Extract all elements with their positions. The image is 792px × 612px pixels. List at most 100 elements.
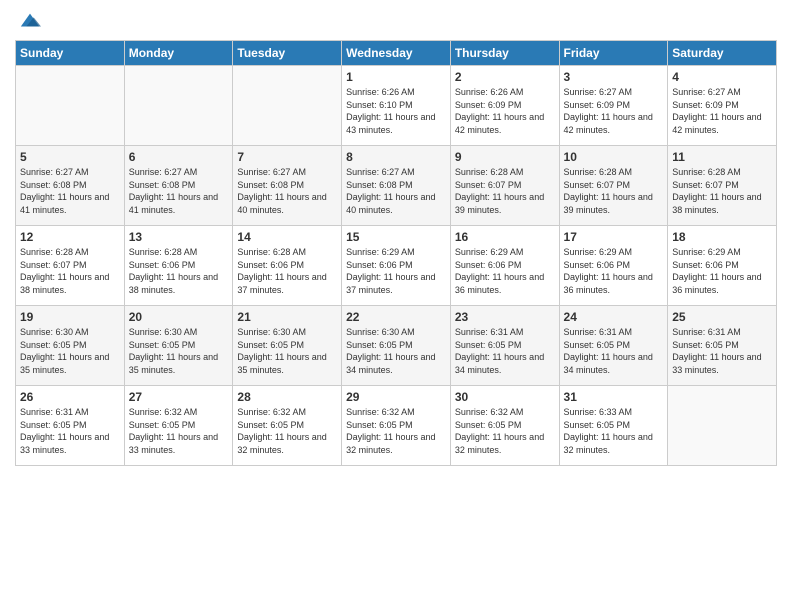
day-number: 30 (455, 390, 555, 404)
day-number: 3 (564, 70, 664, 84)
calendar-day-header: Wednesday (342, 41, 451, 66)
day-info: Sunrise: 6:27 AMSunset: 6:08 PMDaylight:… (20, 166, 120, 216)
calendar-week-row: 1 Sunrise: 6:26 AMSunset: 6:10 PMDaylight… (16, 66, 777, 146)
day-info: Sunrise: 6:28 AMSunset: 6:07 PMDaylight:… (564, 166, 664, 216)
calendar-cell: 6Sunrise: 6:27 AMSunset: 6:08 PMDaylight… (124, 146, 233, 226)
day-number: 23 (455, 310, 555, 324)
day-number: 19 (20, 310, 120, 324)
day-info: Sunrise: 6:30 AMSunset: 6:05 PMDaylight:… (346, 326, 446, 376)
calendar-day-header: Monday (124, 41, 233, 66)
day-number: 7 (237, 150, 337, 164)
calendar-cell: 17 Sunrise: 6:29 AMSunset: 6:06 PMDayligh… (559, 226, 668, 306)
day-info: Sunrise: 6:30 AMSunset: 6:05 PMDaylight:… (237, 326, 337, 376)
day-info: Sunrise: 6:31 AMSunset: 6:05 PMDaylight:… (20, 406, 120, 456)
calendar-cell: 7 Sunrise: 6:27 AMSunset: 6:08 PMDaylight… (233, 146, 342, 226)
day-number: 28 (237, 390, 337, 404)
day-info: Sunrise: 6:27 AMSunset: 6:08 PMDaylight:… (346, 166, 446, 216)
day-number: 29 (346, 390, 446, 404)
day-number: 18 (672, 230, 772, 244)
day-number: 14 (237, 230, 337, 244)
day-info: Sunrise: 6:32 AMSunset: 6:05 PMDaylight:… (237, 406, 337, 456)
calendar-cell (668, 386, 777, 466)
calendar-cell: 21Sunrise: 6:30 AMSunset: 6:05 PMDayligh… (233, 306, 342, 386)
day-number: 1 (346, 70, 446, 84)
calendar-header-row: SundayMondayTuesdayWednesdayThursdayFrid… (16, 41, 777, 66)
day-info: Sunrise: 6:28 AMSunset: 6:07 PMDaylight:… (20, 246, 120, 296)
calendar-day-header: Saturday (668, 41, 777, 66)
day-number: 2 (455, 70, 555, 84)
calendar-cell: 11Sunrise: 6:28 AMSunset: 6:07 PMDayligh… (668, 146, 777, 226)
calendar-cell: 10 Sunrise: 6:28 AMSunset: 6:07 PMDayligh… (559, 146, 668, 226)
day-number: 16 (455, 230, 555, 244)
calendar-cell: 9 Sunrise: 6:28 AMSunset: 6:07 PMDaylight… (450, 146, 559, 226)
day-number: 8 (346, 150, 446, 164)
day-info: Sunrise: 6:26 AMSunset: 6:10 PMDaylight:… (346, 86, 446, 136)
calendar-cell: 8 Sunrise: 6:27 AMSunset: 6:08 PMDaylight… (342, 146, 451, 226)
day-info: Sunrise: 6:29 AMSunset: 6:06 PMDaylight:… (346, 246, 446, 296)
day-info: Sunrise: 6:30 AMSunset: 6:05 PMDaylight:… (20, 326, 120, 376)
calendar-cell: 1 Sunrise: 6:26 AMSunset: 6:10 PMDaylight… (342, 66, 451, 146)
calendar-cell: 3 Sunrise: 6:27 AMSunset: 6:09 PMDaylight… (559, 66, 668, 146)
day-info: Sunrise: 6:29 AMSunset: 6:06 PMDaylight:… (455, 246, 555, 296)
day-info: Sunrise: 6:28 AMSunset: 6:07 PMDaylight:… (455, 166, 555, 216)
calendar-cell: 29 Sunrise: 6:32 AMSunset: 6:05 PMDayligh… (342, 386, 451, 466)
calendar-cell (233, 66, 342, 146)
calendar-cell: 18 Sunrise: 6:29 AMSunset: 6:06 PMDayligh… (668, 226, 777, 306)
day-number: 9 (455, 150, 555, 164)
calendar-cell: 27Sunrise: 6:32 AMSunset: 6:05 PMDayligh… (124, 386, 233, 466)
day-number: 25 (672, 310, 772, 324)
day-info: Sunrise: 6:33 AMSunset: 6:05 PMDaylight:… (564, 406, 664, 456)
calendar-cell: 19 Sunrise: 6:30 AMSunset: 6:05 PMDayligh… (16, 306, 125, 386)
calendar-table: SundayMondayTuesdayWednesdayThursdayFrid… (15, 40, 777, 466)
day-number: 4 (672, 70, 772, 84)
calendar-cell: 30Sunrise: 6:32 AMSunset: 6:05 PMDayligh… (450, 386, 559, 466)
calendar-cell: 16 Sunrise: 6:29 AMSunset: 6:06 PMDayligh… (450, 226, 559, 306)
calendar-cell: 24 Sunrise: 6:31 AMSunset: 6:05 PMDayligh… (559, 306, 668, 386)
day-info: Sunrise: 6:27 AMSunset: 6:08 PMDaylight:… (237, 166, 337, 216)
day-number: 20 (129, 310, 229, 324)
day-number: 27 (129, 390, 229, 404)
calendar-cell: 28 Sunrise: 6:32 AMSunset: 6:05 PMDayligh… (233, 386, 342, 466)
calendar-day-header: Tuesday (233, 41, 342, 66)
calendar-cell: 2Sunrise: 6:26 AMSunset: 6:09 PMDaylight… (450, 66, 559, 146)
calendar-cell: 25Sunrise: 6:31 AMSunset: 6:05 PMDayligh… (668, 306, 777, 386)
day-number: 22 (346, 310, 446, 324)
calendar-week-row: 5 Sunrise: 6:27 AMSunset: 6:08 PMDaylight… (16, 146, 777, 226)
day-number: 24 (564, 310, 664, 324)
day-info: Sunrise: 6:31 AMSunset: 6:05 PMDaylight:… (564, 326, 664, 376)
day-number: 11 (672, 150, 772, 164)
calendar-day-header: Sunday (16, 41, 125, 66)
day-info: Sunrise: 6:29 AMSunset: 6:06 PMDaylight:… (672, 246, 772, 296)
calendar-day-header: Friday (559, 41, 668, 66)
day-number: 17 (564, 230, 664, 244)
calendar-cell: 20Sunrise: 6:30 AMSunset: 6:05 PMDayligh… (124, 306, 233, 386)
calendar-cell: 14Sunrise: 6:28 AMSunset: 6:06 PMDayligh… (233, 226, 342, 306)
logo-icon (19, 10, 41, 32)
day-number: 15 (346, 230, 446, 244)
day-number: 31 (564, 390, 664, 404)
calendar-cell: 22 Sunrise: 6:30 AMSunset: 6:05 PMDayligh… (342, 306, 451, 386)
logo (15, 10, 41, 32)
day-info: Sunrise: 6:27 AMSunset: 6:09 PMDaylight:… (672, 86, 772, 136)
day-number: 10 (564, 150, 664, 164)
calendar-cell: 12 Sunrise: 6:28 AMSunset: 6:07 PMDayligh… (16, 226, 125, 306)
day-number: 6 (129, 150, 229, 164)
calendar-cell: 13Sunrise: 6:28 AMSunset: 6:06 PMDayligh… (124, 226, 233, 306)
calendar-cell: 4 Sunrise: 6:27 AMSunset: 6:09 PMDaylight… (668, 66, 777, 146)
calendar-cell: 5 Sunrise: 6:27 AMSunset: 6:08 PMDaylight… (16, 146, 125, 226)
day-number: 5 (20, 150, 120, 164)
calendar-week-row: 19 Sunrise: 6:30 AMSunset: 6:05 PMDayligh… (16, 306, 777, 386)
calendar-cell (16, 66, 125, 146)
day-number: 12 (20, 230, 120, 244)
day-info: Sunrise: 6:29 AMSunset: 6:06 PMDaylight:… (564, 246, 664, 296)
day-info: Sunrise: 6:28 AMSunset: 6:06 PMDaylight:… (129, 246, 229, 296)
calendar-day-header: Thursday (450, 41, 559, 66)
day-number: 26 (20, 390, 120, 404)
calendar-cell: 31 Sunrise: 6:33 AMSunset: 6:05 PMDayligh… (559, 386, 668, 466)
day-info: Sunrise: 6:32 AMSunset: 6:05 PMDaylight:… (346, 406, 446, 456)
calendar-cell: 26 Sunrise: 6:31 AMSunset: 6:05 PMDayligh… (16, 386, 125, 466)
day-info: Sunrise: 6:27 AMSunset: 6:09 PMDaylight:… (564, 86, 664, 136)
calendar-cell: 15 Sunrise: 6:29 AMSunset: 6:06 PMDayligh… (342, 226, 451, 306)
header (15, 10, 777, 32)
page: SundayMondayTuesdayWednesdayThursdayFrid… (0, 0, 792, 612)
